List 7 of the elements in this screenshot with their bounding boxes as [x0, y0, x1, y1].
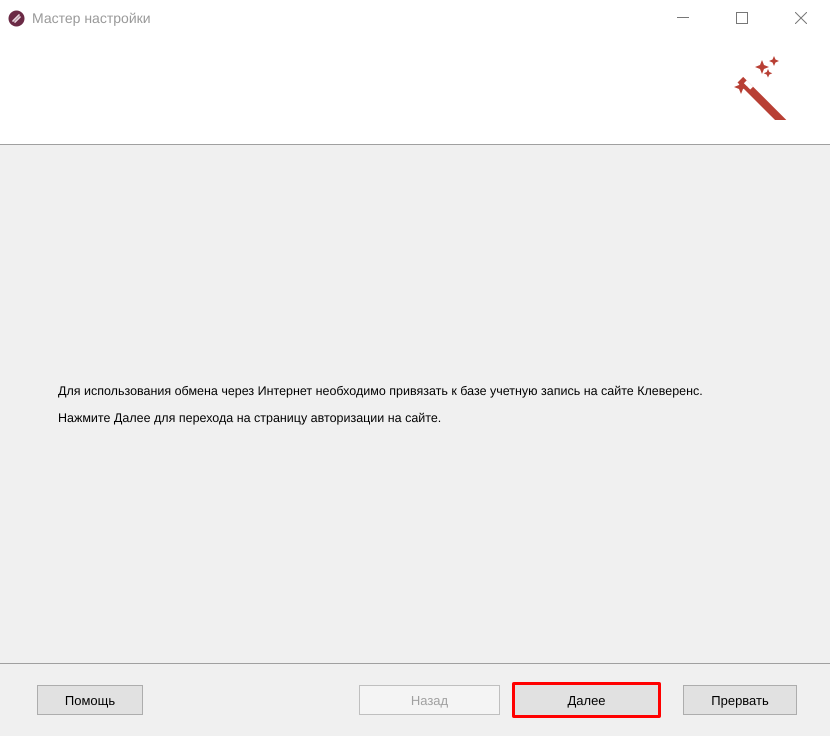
- instruction-text: Для использования обмена через Интернет необходимо привязать к базе учетную запись на сайте Клеверенс.: [58, 384, 704, 398]
- instruction-text: Нажмите Далее для перехода на страницу авторизации на сайте.: [58, 410, 442, 424]
- window-title: Мастер настройки: [32, 10, 151, 26]
- app-icon: [8, 10, 25, 26]
- dialog-button[interactable]: Прервать: [683, 685, 797, 715]
- dialog-button[interactable]: Помощь: [37, 685, 143, 715]
- next-button[interactable]: Далее: [512, 682, 661, 718]
